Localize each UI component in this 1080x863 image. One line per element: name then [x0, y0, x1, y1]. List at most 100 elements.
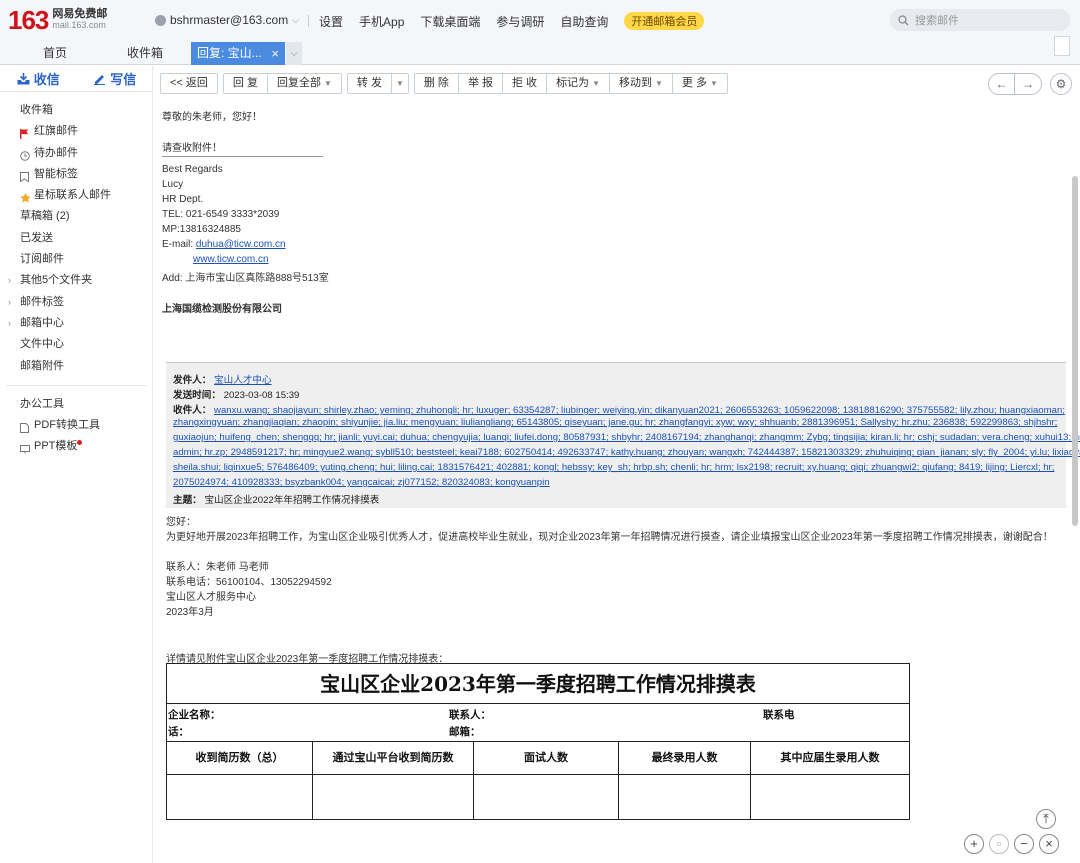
search-input[interactable]: 搜索邮件 — [890, 9, 1070, 31]
chevron-right-icon: › — [8, 296, 11, 307]
table-cell — [313, 775, 474, 819]
sidebar-item-inbox[interactable]: 收件箱 — [0, 100, 153, 121]
logo[interactable]: 163 网易免费邮 mail.163.com — [8, 6, 107, 34]
form-contact-label: 联系人： — [449, 709, 491, 721]
reset-zoom-icon[interactable]: ▫ — [989, 834, 1009, 854]
sidebar-item-starred[interactable]: 星标联系人邮件 — [0, 185, 153, 206]
sender-link[interactable]: 宝山人才中心 — [214, 375, 272, 386]
sidebar-item-pdf-tool[interactable]: PDF转换工具 — [0, 415, 153, 436]
account-email: bshrmaster@163.com — [170, 13, 289, 27]
forward-button[interactable]: 转 发 — [348, 74, 392, 93]
tab-panel-toggle[interactable] — [1054, 36, 1070, 56]
chevron-down-icon: ⌵ — [292, 14, 300, 25]
account-menu[interactable]: bshrmaster@163.com ⌵ — [155, 13, 299, 27]
sidebar-item-subscriptions[interactable]: 订阅邮件 — [0, 249, 153, 270]
back-button[interactable]: << 返回 — [161, 74, 217, 93]
signature-website-row: www.ticw.com.cn — [193, 254, 269, 265]
sidebar-item-flagged[interactable]: 红旗邮件 — [0, 121, 153, 142]
more-button[interactable]: 更 多 ▼ — [673, 74, 727, 93]
quoted-time: 发送时间： 2023-03-08 15:39 — [173, 387, 299, 401]
chevron-down-icon: ▼ — [323, 79, 332, 88]
zoom-in-icon[interactable]: + — [964, 834, 984, 854]
quoted-recipients: 收件人： wanxu.wang; shaojiayun; shirley.zha… — [173, 402, 1065, 416]
move-to-button[interactable]: 移动到 ▼ — [610, 74, 673, 93]
tools-title: 办公工具 — [20, 397, 64, 410]
notice-org: 宝山区人才服务中心 — [166, 592, 256, 603]
report-button[interactable]: 举 报 — [459, 74, 503, 93]
sidebar-item-label: 已发送 — [20, 231, 53, 244]
time-value: 2023-03-08 15:39 — [223, 390, 300, 401]
subject-value: 宝山区企业2022年年招聘工作情况排摸表 — [204, 495, 380, 506]
recipients-line[interactable]: zhangxingyuan; zhangjiaqian; zhaopin; sh… — [173, 417, 1057, 428]
signature-email-link[interactable]: duhua@ticw.com.cn — [196, 239, 286, 250]
scrollbar-thumb[interactable] — [1072, 176, 1078, 526]
chevron-down-icon: ▼ — [709, 79, 718, 88]
nav-settings[interactable]: 设置 — [319, 13, 343, 30]
nav-mobile-app[interactable]: 手机App — [359, 13, 404, 30]
logo-number: 163 — [8, 5, 49, 35]
form-empty-row — [167, 775, 909, 819]
reject-button[interactable]: 拒 收 — [503, 74, 548, 93]
signature-email-row: E-mail: duhua@ticw.com.cn — [162, 239, 286, 250]
nav-desktop[interactable]: 下载桌面端 — [420, 13, 480, 30]
tab-reply[interactable]: 回复: 宝山... × — [191, 42, 285, 65]
sidebar-item-todo[interactable]: 待办邮件 — [0, 143, 153, 164]
sidebar-item-mail-center[interactable]: › 邮箱中心 — [0, 313, 153, 334]
forward-dropdown[interactable]: ▼ — [392, 74, 408, 93]
delete-button[interactable]: 删 除 — [415, 74, 459, 93]
settings-gear-icon[interactable]: ⚙ — [1050, 73, 1072, 95]
table-cell — [167, 775, 313, 819]
form-email-label: 邮箱： — [449, 726, 481, 738]
signature-line: Best Regards — [162, 164, 223, 175]
close-icon[interactable]: × — [271, 42, 279, 65]
previous-mail-button[interactable]: ← — [989, 74, 1015, 94]
reply-all-button[interactable]: 回复全部 ▼ — [268, 74, 341, 93]
recipients-line[interactable]: guxiaojun; huifeng_chen; shengqq; hr; ji… — [173, 432, 1080, 443]
sidebar-item-smart-tags[interactable]: 智能标签 — [0, 164, 153, 185]
reply-all-label: 回复全部 — [276, 77, 321, 89]
scroll-to-top-icon[interactable]: ⤒ — [1036, 809, 1056, 829]
signature-website-link[interactable]: www.ticw.com.cn — [193, 254, 269, 265]
sidebar-item-label: 订阅邮件 — [20, 253, 64, 266]
sidebar-item-ppt-templates[interactable]: PPT模板 — [0, 436, 153, 457]
sidebar-item-mail-tags[interactable]: › 邮件标签 — [0, 292, 153, 313]
tab-home[interactable]: 首页 — [30, 42, 80, 65]
reply-button[interactable]: 回 复 — [224, 74, 268, 93]
recipients-line[interactable]: admin; hr.zp; 2948591217; hr; mingyue2.w… — [173, 447, 1080, 458]
quoted-from: 发件人： 宝山人才中心 — [173, 372, 272, 386]
nav-survey[interactable]: 参与调研 — [496, 13, 544, 30]
ppt-icon — [20, 441, 30, 462]
sidebar-item-other-folders[interactable]: › 其他5个文件夹 — [0, 270, 153, 291]
receive-button[interactable]: 收信 — [0, 66, 77, 91]
notice-hello: 您好： — [166, 517, 196, 528]
recipients-line[interactable]: wanxu.wang; shaojiayun; shirley.zhao; ye… — [214, 405, 1065, 416]
top-nav: 设置 手机App 下载桌面端 参与调研 自助查询 开通邮箱会员 — [308, 12, 705, 30]
sidebar-item-attachments[interactable]: 邮箱附件 — [0, 356, 153, 377]
vip-button[interactable]: 开通邮箱会员 — [624, 12, 705, 30]
signature-divider — [162, 156, 323, 157]
form-company-label: 企业名称： — [168, 709, 221, 721]
time-label: 发送时间： — [173, 390, 221, 401]
mark-as-button[interactable]: 标记为 ▼ — [547, 74, 610, 93]
close-icon[interactable]: × — [1039, 834, 1059, 854]
email-label: E-mail: — [162, 239, 194, 250]
quoted-recipients-row: sheila.shui; liqinxue5; 576486409; yutin… — [173, 462, 1054, 473]
search-icon — [898, 14, 909, 25]
tab-more-button[interactable]: ⌵ — [286, 42, 302, 65]
recipients-line[interactable]: sheila.shui; liqinxue5; 576486409; yutin… — [173, 462, 1054, 473]
tab-inbox[interactable]: 收件箱 — [120, 42, 170, 65]
form-phone-label: 联系电 — [763, 709, 795, 721]
sidebar-item-file-center[interactable]: 文件中心 — [0, 334, 153, 355]
chevron-right-icon: › — [8, 317, 11, 328]
more-label: 更 多 — [681, 77, 707, 89]
sidebar-item-drafts[interactable]: 草稿箱 (2) — [0, 206, 153, 227]
nav-self-service[interactable]: 自助查询 — [560, 13, 608, 30]
compose-button[interactable]: 写信 — [77, 66, 154, 91]
recipients-line[interactable]: 2075024974; 410928333; bsyzbank004; yang… — [173, 477, 550, 488]
move-to-label: 移动到 — [618, 77, 652, 89]
zoom-out-icon[interactable]: − — [1014, 834, 1034, 854]
next-mail-button[interactable]: → — [1015, 74, 1041, 94]
sidebar-item-sent[interactable]: 已发送 — [0, 228, 153, 249]
notice-contact: 联系人：朱老师 马老师 — [166, 562, 269, 573]
new-badge-dot — [77, 440, 83, 446]
